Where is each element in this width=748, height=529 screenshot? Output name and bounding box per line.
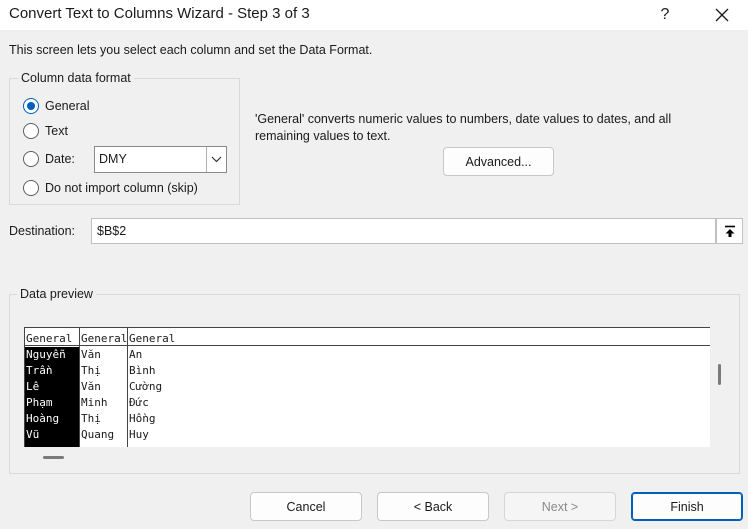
preview-row: Vũ Quang Huy — [25, 428, 710, 444]
radio-skip-button[interactable] — [23, 180, 39, 196]
column-format-title: Column data format — [18, 71, 134, 85]
help-icon: ? — [660, 6, 670, 23]
preview-cell: Huy — [129, 428, 149, 441]
horizontal-scrollbar[interactable] — [43, 456, 64, 459]
preview-cell: Văn — [81, 380, 101, 393]
date-format-select[interactable]: DMY — [94, 146, 227, 173]
preview-cell: Hoàng — [26, 412, 60, 425]
date-format-value: DMY — [99, 152, 127, 166]
data-preview-group: Data preview General General General Ngu… — [9, 287, 740, 474]
radio-skip-label: Do not import column (skip) — [45, 181, 198, 195]
preview-row: Hoàng Thị Hồng — [25, 412, 710, 428]
collapse-dialog-button[interactable] — [716, 218, 743, 244]
preview-cell: Thị — [81, 364, 101, 377]
vertical-scrollbar[interactable] — [718, 364, 721, 385]
preview-cell: Phạm — [26, 396, 53, 409]
preview-cell: Văn — [81, 348, 101, 361]
radio-general-button[interactable] — [23, 98, 39, 114]
preview-cell: Nguyễn — [26, 348, 66, 361]
data-preview-title: Data preview — [17, 287, 96, 301]
preview-cell: Vũ — [26, 428, 40, 441]
preview-header-cell[interactable]: General — [26, 332, 78, 345]
window-title: Convert Text to Columns Wizard - Step 3 … — [9, 5, 310, 22]
destination-label: Destination: — [9, 224, 76, 238]
preview-cell: Hồng — [129, 412, 156, 425]
preview-row: Phạm Minh Đức — [25, 396, 710, 412]
data-preview-grid[interactable]: General General General Nguyễn Văn An Tr… — [24, 327, 710, 447]
back-button[interactable]: < Back — [377, 492, 489, 521]
upload-arrow-icon — [724, 225, 735, 237]
chevron-down-icon[interactable] — [206, 147, 226, 172]
format-info-text: 'General' converts numeric values to num… — [255, 112, 672, 143]
preview-cell: Cường — [129, 380, 163, 393]
radio-date-button[interactable] — [23, 151, 39, 167]
radio-date[interactable]: Date: — [23, 151, 75, 167]
intro-text: This screen lets you select each column … — [9, 43, 373, 57]
preview-cell: An — [129, 348, 143, 361]
destination-input[interactable]: $B$2 — [91, 218, 716, 244]
preview-row: Trần Thị Bình — [25, 364, 710, 380]
preview-cell: Trần — [26, 364, 53, 377]
title-bar: Convert Text to Columns Wizard - Step 3 … — [0, 0, 748, 30]
destination-value: $B$2 — [97, 224, 127, 238]
preview-header-cell[interactable]: General — [81, 332, 127, 345]
help-button[interactable]: ? — [642, 0, 688, 30]
radio-text-button[interactable] — [23, 123, 39, 139]
radio-general-label: General — [45, 99, 90, 113]
preview-cell: Đức — [129, 396, 149, 409]
close-button[interactable] — [699, 0, 745, 30]
preview-cell: Bình — [129, 364, 156, 377]
preview-row: Lê Văn Cường — [25, 380, 710, 396]
preview-cell: Quang — [81, 428, 115, 441]
preview-cell: Lê — [26, 380, 40, 393]
preview-cell: Minh — [81, 396, 108, 409]
next-button[interactable]: Next > — [504, 492, 616, 521]
radio-date-label: Date: — [45, 152, 75, 166]
close-icon — [715, 8, 729, 22]
cancel-button[interactable]: Cancel — [250, 492, 362, 521]
advanced-button[interactable]: Advanced... — [443, 147, 554, 176]
radio-text[interactable]: Text — [23, 123, 68, 139]
radio-text-label: Text — [45, 124, 68, 138]
column-format-group: Column data format General Text Date: DM… — [9, 71, 240, 205]
preview-header-cell[interactable]: General — [129, 332, 329, 345]
radio-general[interactable]: General — [23, 98, 89, 114]
preview-cell: Thị — [81, 412, 101, 425]
preview-row: Nguyễn Văn An — [25, 348, 710, 364]
radio-skip[interactable]: Do not import column (skip) — [23, 180, 198, 196]
finish-button[interactable]: Finish — [631, 492, 743, 521]
